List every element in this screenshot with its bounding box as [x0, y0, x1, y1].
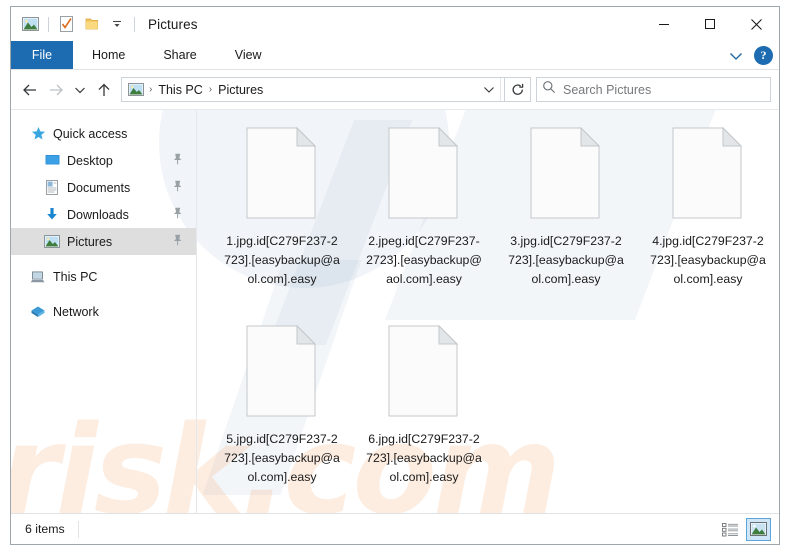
details-view-icon[interactable] [718, 518, 743, 541]
status-bar: 6 items [11, 513, 779, 544]
sidebar-label: Desktop [67, 154, 113, 168]
file-item[interactable]: 4.jpg.id[C279F237-2723].[easybackup@aol.… [637, 122, 779, 320]
tab-share[interactable]: Share [144, 41, 215, 69]
file-item[interactable]: 6.jpg.id[C279F237-2723].[easybackup@aol.… [353, 320, 495, 513]
blank-file-icon [353, 320, 495, 430]
status-separator [78, 521, 79, 538]
sidebar-label: Downloads [67, 208, 129, 222]
sidebar-item-quick-access[interactable]: Quick access [11, 120, 196, 147]
properties-icon[interactable] [54, 12, 79, 36]
customize-dropdown-icon[interactable] [104, 12, 129, 36]
file-item[interactable]: 5.jpg.id[C279F237-2723].[easybackup@aol.… [211, 320, 353, 513]
pin-icon[interactable] [172, 152, 183, 170]
file-item[interactable]: 1.jpg.id[C279F237-2723].[easybackup@aol.… [211, 122, 353, 320]
up-arrow-icon[interactable] [91, 77, 117, 103]
back-arrow-icon[interactable] [17, 77, 43, 103]
title-bar: Pictures [11, 7, 779, 41]
help-button[interactable]: ? [754, 46, 773, 65]
address-bar: › This PC › Pictures Search Pict [11, 70, 779, 109]
file-grid: 1.jpg.id[C279F237-2723].[easybackup@aol.… [211, 122, 779, 513]
breadcrumb-pictures[interactable]: Pictures [216, 83, 265, 97]
sidebar-item-network[interactable]: Network [11, 298, 196, 325]
blank-file-icon [637, 122, 779, 232]
pictures-icon [126, 83, 145, 96]
blank-file-icon [211, 122, 353, 232]
sidebar-label: Network [53, 305, 99, 319]
desktop-icon [42, 152, 62, 170]
sidebar-item-desktop[interactable]: Desktop [11, 147, 196, 174]
recent-locations-icon[interactable] [69, 77, 91, 103]
explorer-body: risk.com Quick access Desk [11, 109, 779, 513]
forward-arrow-icon [43, 77, 69, 103]
search-input[interactable]: Search Pictures [536, 77, 771, 102]
toolbar-separator-2 [134, 17, 135, 32]
file-explorer-window: Pictures File Home Share View ? [10, 6, 780, 545]
sidebar-item-this-pc[interactable]: This PC [11, 263, 196, 290]
breadcrumb-divider [500, 78, 501, 101]
this-pc-icon [28, 268, 48, 286]
blank-file-icon [495, 122, 637, 232]
breadcrumb-separator-0: › [145, 84, 156, 95]
pin-icon[interactable] [172, 179, 183, 197]
refresh-icon[interactable] [505, 77, 531, 102]
maximize-icon[interactable] [687, 7, 733, 41]
minimize-icon[interactable] [641, 7, 687, 41]
network-icon [28, 303, 48, 321]
sidebar-label: Quick access [53, 127, 127, 141]
sidebar-item-downloads[interactable]: Downloads [11, 201, 196, 228]
file-list-pane[interactable]: 1.jpg.id[C279F237-2723].[easybackup@aol.… [196, 110, 779, 513]
file-name: 3.jpg.id[C279F237-2723].[easybackup@aol.… [507, 232, 625, 289]
chevron-down-icon[interactable] [724, 44, 748, 68]
pictures-folder-icon[interactable] [18, 12, 43, 36]
file-name: 2.jpeg.id[C279F237-2723].[easybackup@aol… [365, 232, 483, 289]
close-icon[interactable] [733, 7, 779, 41]
sidebar-label: Pictures [67, 235, 112, 249]
sidebar-label: Documents [67, 181, 130, 195]
large-icons-view-icon[interactable] [746, 518, 771, 541]
pin-icon[interactable] [172, 206, 183, 224]
breadcrumb-bar[interactable]: › This PC › Pictures [121, 77, 505, 102]
sidebar-item-documents[interactable]: Documents [11, 174, 196, 201]
file-item[interactable]: 2.jpeg.id[C279F237-2723].[easybackup@aol… [353, 122, 495, 320]
tab-view[interactable]: View [216, 41, 281, 69]
file-name: 4.jpg.id[C279F237-2723].[easybackup@aol.… [649, 232, 767, 289]
file-name: 1.jpg.id[C279F237-2723].[easybackup@aol.… [223, 232, 341, 289]
downloads-icon [42, 206, 62, 224]
breadcrumb-dropdown-icon[interactable] [478, 85, 500, 94]
pictures-icon [42, 233, 62, 251]
sidebar-gap-2 [11, 290, 196, 298]
file-name: 6.jpg.id[C279F237-2723].[easybackup@aol.… [365, 430, 483, 487]
documents-icon [42, 179, 62, 197]
ribbon-tab-bar: File Home Share View ? [11, 41, 779, 70]
sidebar-label: This PC [53, 270, 97, 284]
search-placeholder: Search Pictures [563, 83, 651, 97]
toolbar-separator-1 [48, 17, 49, 32]
file-name: 5.jpg.id[C279F237-2723].[easybackup@aol.… [223, 430, 341, 487]
search-icon [542, 80, 556, 99]
breadcrumb-separator-1: › [205, 84, 216, 95]
blank-file-icon [211, 320, 353, 430]
tab-file[interactable]: File [11, 41, 73, 69]
breadcrumb-this-pc[interactable]: This PC [156, 83, 204, 97]
sidebar-gap-1 [11, 255, 196, 263]
pin-icon[interactable] [172, 233, 183, 251]
file-item[interactable]: 3.jpg.id[C279F237-2723].[easybackup@aol.… [495, 122, 637, 320]
sidebar-item-pictures[interactable]: Pictures [11, 228, 196, 255]
item-count-label: 6 items [25, 522, 65, 536]
ribbon-right-controls: ? [724, 41, 773, 70]
window-controls [641, 7, 779, 41]
blank-file-icon [353, 122, 495, 232]
navigation-pane: Quick access Desktop [11, 110, 196, 513]
tab-home[interactable]: Home [73, 41, 144, 69]
window-title: Pictures [148, 17, 198, 32]
quick-access-toolbar [11, 12, 140, 36]
star-icon [28, 125, 48, 143]
new-folder-icon[interactable] [79, 12, 104, 36]
